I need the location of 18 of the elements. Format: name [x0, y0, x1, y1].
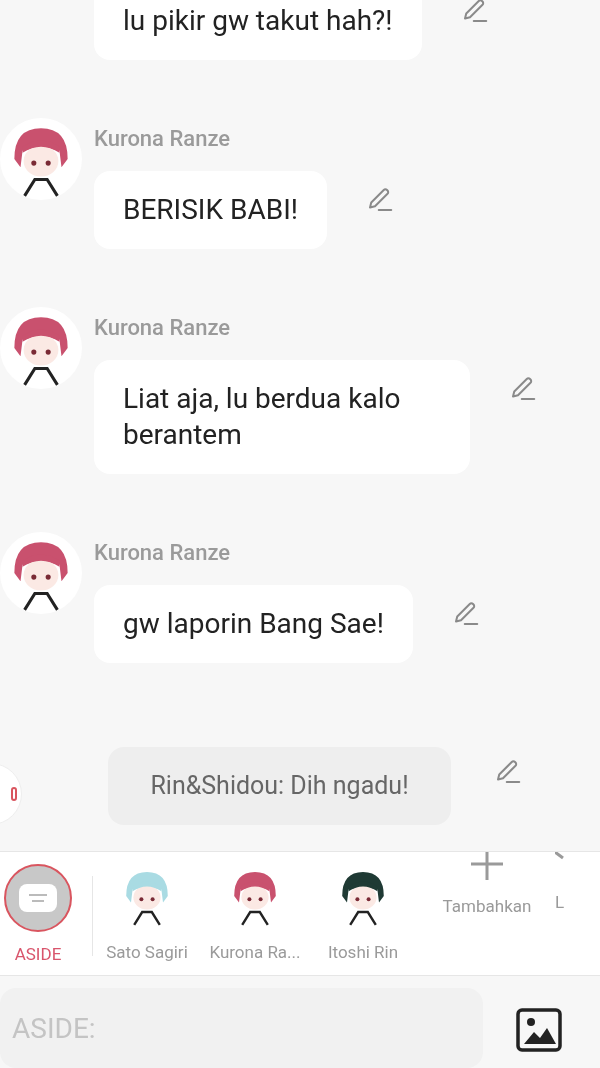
character-tab[interactable]: Itoshi Rin	[309, 863, 417, 966]
avatar-drawing[interactable]	[0, 307, 82, 389]
aside-icon	[11, 787, 17, 801]
message-bubble: Liat aja, lu berdua kalo berantem	[94, 360, 470, 474]
message-bubble: gw laporin Bang Sae!	[94, 585, 413, 663]
avatar-drawing[interactable]	[0, 532, 82, 614]
message-bubble: lu pikir gw takut hah?!	[94, 0, 422, 60]
sender-name: Kurona Ranze	[94, 314, 232, 342]
cut-off-tab[interactable]: L	[555, 851, 567, 916]
sender-name: Kurona Ranze	[94, 125, 232, 153]
character-tab[interactable]: Kurona Ra...	[201, 863, 309, 966]
add-character-button[interactable]: Tambahkan	[427, 851, 547, 920]
avatar-drawing[interactable]	[0, 118, 82, 200]
sender-name: Kurona Ranze	[94, 539, 232, 567]
character-tab[interactable]: Sato Sagiri	[93, 863, 201, 966]
image-icon[interactable]	[516, 1008, 562, 1052]
aside-bubble: Rin&Shidou: Dih ngadu!	[108, 747, 451, 825]
message-bubble: BERISIK BABI!	[94, 171, 327, 249]
